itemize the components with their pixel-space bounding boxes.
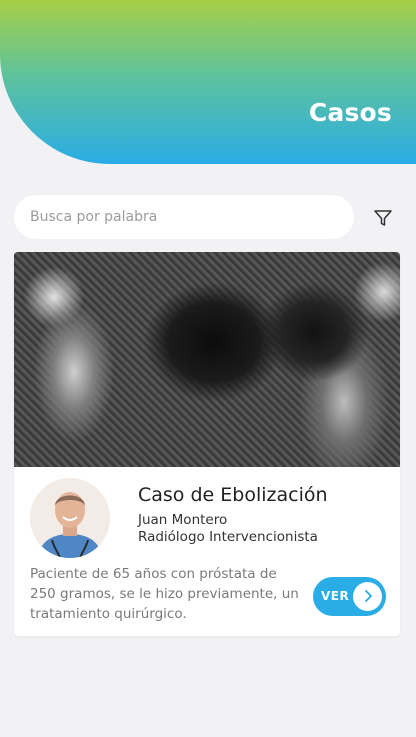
- search-input[interactable]: [14, 195, 354, 239]
- page-title: Casos: [308, 98, 392, 127]
- filter-icon: [374, 210, 392, 226]
- chevron-right-icon: [365, 590, 372, 602]
- ver-button[interactable]: VER: [313, 577, 386, 616]
- author-role: Radiólogo Intervencionista: [138, 529, 318, 545]
- mri-scan-image: [14, 252, 400, 467]
- case-title: Caso de Ebolización: [138, 484, 328, 506]
- ver-button-label: VER: [321, 589, 350, 603]
- case-card[interactable]: Caso de Ebolización Juan Montero Radiólo…: [14, 252, 400, 636]
- header-banner: Casos: [0, 0, 416, 164]
- avatar: [30, 478, 110, 558]
- filter-button[interactable]: [372, 207, 394, 229]
- author-name: Juan Montero: [138, 512, 228, 528]
- case-description: Paciente de 65 años con próstata de 250 …: [30, 566, 299, 622]
- ver-button-circle: [353, 582, 382, 611]
